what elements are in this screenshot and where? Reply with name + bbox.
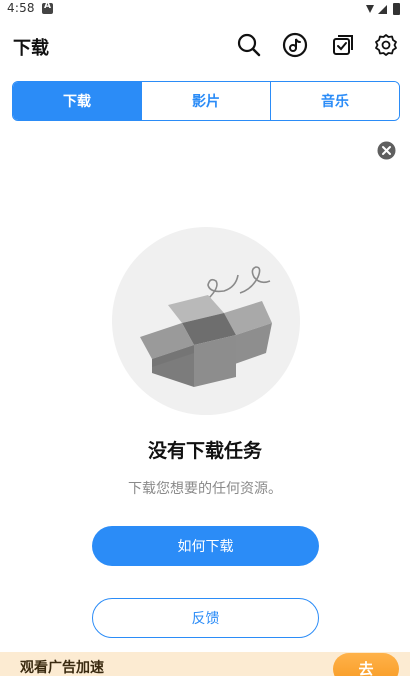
ad-banner-text: 观看广告加速: [20, 660, 104, 676]
tab-videos[interactable]: 影片: [141, 82, 270, 120]
wifi-icon: [366, 5, 374, 13]
ad-go-button[interactable]: 去: [333, 653, 399, 676]
settings-icon[interactable]: [373, 32, 399, 58]
tab-download[interactable]: 下载: [13, 82, 141, 120]
open-box-icon: [140, 266, 272, 387]
signal-icon: [378, 5, 387, 14]
system-status-icons: [366, 3, 400, 15]
close-icon[interactable]: [377, 141, 396, 160]
segmented-tabs: 下载 影片 音乐: [12, 81, 400, 121]
battery-icon: [393, 3, 400, 15]
feedback-button[interactable]: 反馈: [92, 598, 319, 638]
download-screen: 4:58 下载 下载 影片 音乐: [0, 0, 410, 676]
checklist-icon[interactable]: [330, 32, 356, 58]
tiktok-music-icon[interactable]: [282, 32, 308, 58]
title-bar: 下载: [0, 26, 410, 66]
empty-title: 没有下载任务: [147, 440, 262, 462]
how-to-download-button[interactable]: 如何下载: [92, 526, 319, 566]
tab-music[interactable]: 音乐: [270, 82, 399, 120]
search-icon[interactable]: [236, 32, 262, 58]
status-bar: 4:58: [0, 0, 410, 20]
page-title: 下载: [13, 38, 49, 59]
notification-icon: [42, 1, 53, 14]
empty-box-illustration: [112, 227, 300, 415]
status-time: 4:58: [7, 1, 35, 15]
empty-subtitle: 下载您想要的任何资源。: [128, 481, 282, 497]
